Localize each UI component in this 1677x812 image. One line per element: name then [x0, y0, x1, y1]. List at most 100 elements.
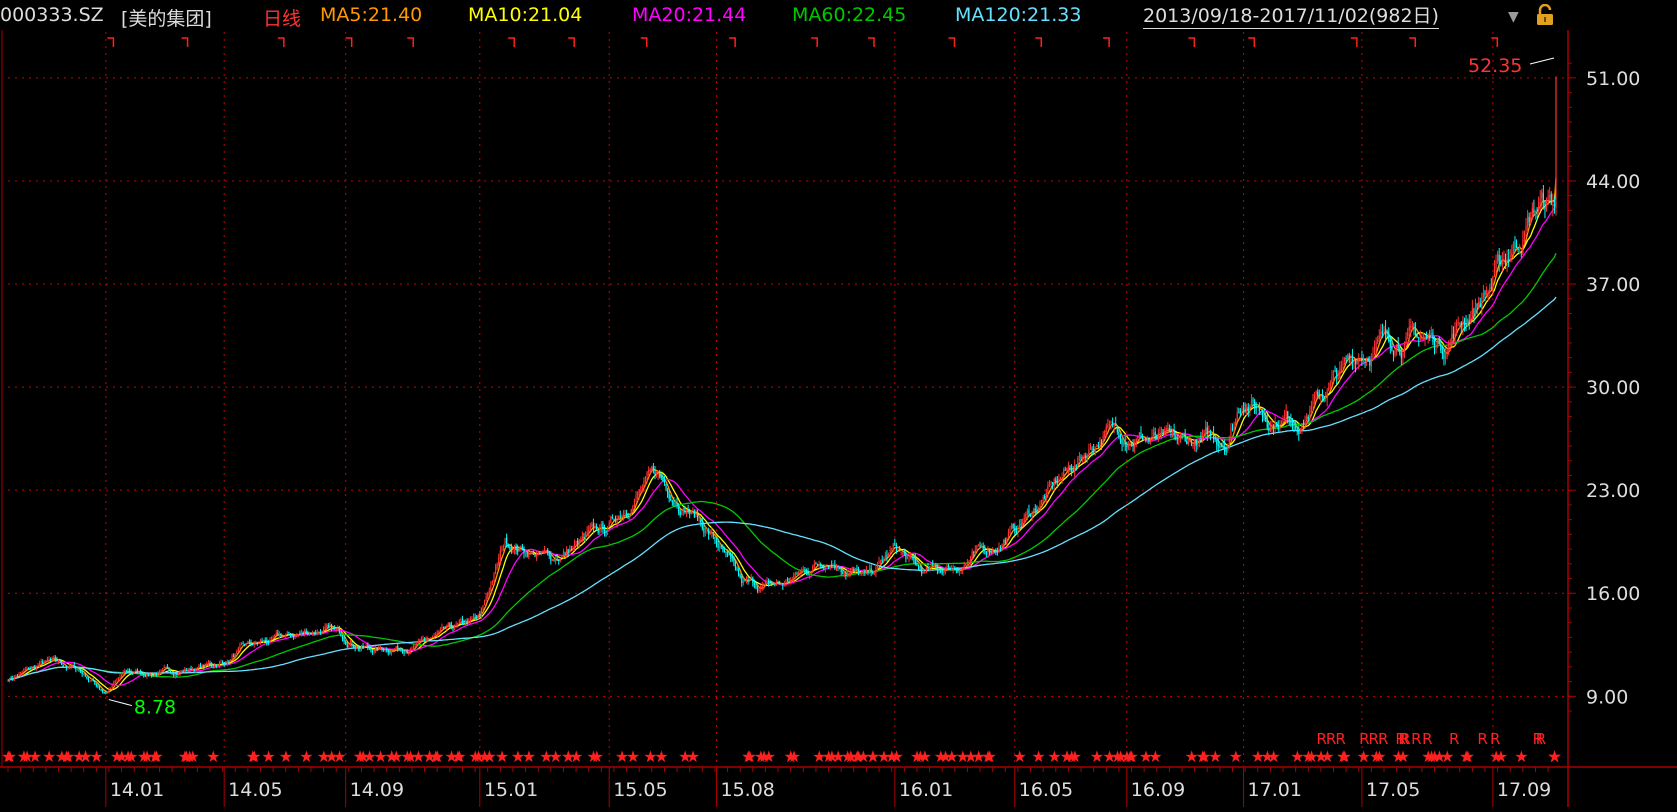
buy-signal-star: ★ — [261, 747, 275, 766]
buy-signal-star: ★ — [889, 747, 903, 766]
dropdown-arrow-icon[interactable]: ▼ — [1508, 9, 1519, 25]
candle-body — [807, 572, 809, 575]
candle-body — [548, 551, 550, 556]
candle-body — [466, 621, 468, 624]
candle-body — [666, 489, 669, 495]
candle-body — [1066, 468, 1068, 471]
candle-body — [21, 671, 23, 673]
candle-body — [575, 540, 577, 545]
candle-body — [586, 531, 588, 534]
candle-body — [580, 539, 582, 541]
candle-body — [856, 568, 858, 570]
candle-body — [488, 590, 490, 594]
candle-body — [269, 639, 271, 643]
candle-body — [1212, 432, 1215, 439]
candle-body — [1463, 320, 1466, 326]
candle-body — [297, 634, 299, 636]
chart-svg[interactable]: ★★★★ ★★ ★ ★★ ★★★ ★★★ ★★ ★★★ ★★ ★ ★★ ★★ ★★ ★★ ★★★★ ★★ ★ ★ ★… — [0, 0, 1677, 808]
candle-body — [1151, 435, 1153, 441]
candle-body — [1394, 350, 1396, 356]
candle-body — [831, 564, 833, 566]
candle-body — [1186, 440, 1188, 445]
candle-body — [834, 564, 836, 569]
candle-body — [453, 625, 456, 629]
candle-body — [988, 549, 991, 553]
candle-body — [286, 632, 288, 635]
candle-body — [1282, 418, 1284, 422]
lock-icon[interactable] — [1536, 3, 1554, 30]
r-signal-mark: R — [1449, 730, 1459, 748]
candle-body — [932, 564, 934, 566]
candle-body — [91, 679, 93, 681]
candle-body — [594, 526, 596, 528]
kline-chart[interactable]: ★ ★ ★ ★ ★ ★ ★ ★ ★ ★ ★ ★ ★ ★ ★ ★ ★ ★ ★ ★ ★ ★ ★ ★ ★ ★ ★ ★ ★ ★ ★ ★ ★ ★ ★ ★ ★ ★ ★ ★… — [0, 0, 1677, 808]
candle-body — [966, 563, 969, 565]
candle-body — [1201, 434, 1204, 437]
buy-signal-star: ★ — [1123, 747, 1137, 766]
x-tick-label: 17.09 — [1497, 779, 1551, 801]
candle-body — [848, 573, 850, 575]
candle-body — [1380, 331, 1382, 337]
buy-signal-star: ★ — [1184, 747, 1198, 766]
candle-body — [147, 673, 150, 675]
candle-body — [793, 574, 795, 580]
candle-body — [360, 646, 363, 649]
candle-body — [1230, 427, 1232, 437]
stock-code: 000333.SZ — [0, 4, 104, 26]
ma5-line — [7, 177, 1557, 693]
candle-body — [436, 632, 438, 635]
candle-body — [704, 531, 707, 533]
candle-body — [509, 546, 511, 548]
candle-body — [1478, 301, 1480, 307]
y-tick-label: 44.00 — [1586, 171, 1640, 193]
candle-body — [850, 571, 852, 575]
candle-body — [796, 573, 798, 575]
date-range[interactable]: 2013/09/18-2017/11/02(982日) — [1143, 4, 1439, 29]
candle-body — [386, 649, 388, 651]
candle-body — [381, 647, 383, 649]
candle-body — [1148, 440, 1150, 442]
candle-body — [1249, 404, 1251, 413]
candle-body — [338, 628, 340, 633]
candle-body — [1497, 253, 1499, 262]
candle-body — [215, 664, 217, 668]
r-signal-mark: R — [1359, 730, 1369, 748]
candle-body — [1178, 437, 1180, 440]
candle-body — [46, 658, 49, 661]
candle-body — [526, 551, 528, 557]
candle-body — [81, 671, 83, 675]
candle-body — [302, 632, 304, 634]
candle-body — [607, 526, 609, 532]
candle-body — [665, 483, 667, 489]
candle-body — [87, 678, 90, 681]
candle-body — [696, 513, 699, 519]
candle-body — [794, 573, 797, 575]
r-signal-mark: R — [1378, 730, 1388, 748]
signal-marker — [948, 37, 956, 47]
candle-body — [406, 652, 408, 654]
candle-body — [1241, 408, 1243, 414]
candle-body — [1036, 509, 1038, 511]
candle-body — [117, 678, 120, 680]
candle-body — [887, 552, 890, 557]
candle-body — [67, 666, 69, 669]
candle-body — [1263, 415, 1265, 418]
candle-body — [308, 633, 310, 635]
candle-body — [255, 642, 257, 644]
candle-body — [1392, 351, 1395, 355]
candle-body — [373, 650, 375, 653]
candle-body — [305, 630, 307, 634]
period-label[interactable]: 日线 — [263, 4, 301, 31]
candle-body — [564, 552, 566, 554]
candle-body — [1367, 358, 1369, 362]
candle-body — [1508, 259, 1510, 261]
candle-body — [226, 660, 228, 665]
candle-body — [1290, 420, 1292, 425]
buy-signal-star: ★ — [1012, 747, 1026, 766]
candle-body — [146, 673, 148, 677]
candle-body — [83, 673, 85, 675]
candle-body — [723, 548, 726, 553]
candle-body — [422, 638, 424, 640]
candle-body — [261, 640, 263, 642]
candle-body — [1214, 437, 1216, 440]
